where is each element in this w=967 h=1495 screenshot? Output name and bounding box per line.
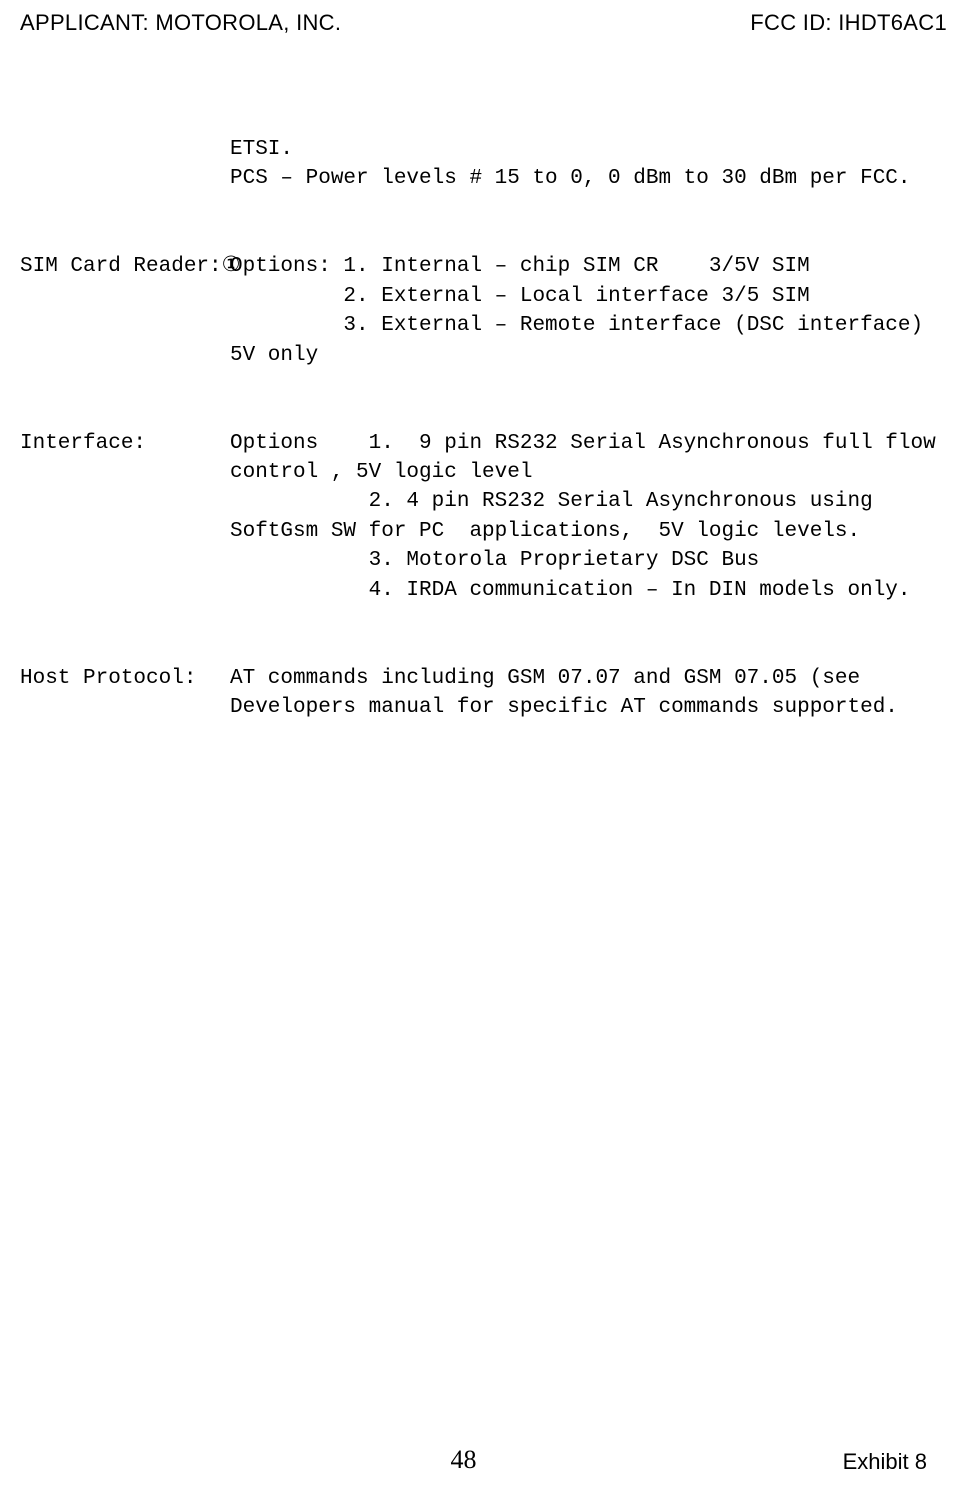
exhibit-label: Exhibit 8 [621, 1449, 927, 1475]
spec-row: ETSI. PCS – Power levels # 15 to 0, 0 dB… [20, 135, 947, 194]
spec-row: SIM Card Reader:① Options: 1. Internal –… [20, 252, 947, 370]
page-footer: 48 Exhibit 8 [0, 1445, 967, 1475]
spec-label: SIM Card Reader:① [20, 252, 230, 370]
page-number: 48 [311, 1445, 617, 1475]
page-header: APPLICANT: MOTOROLA, INC. FCC ID: IHDT6A… [20, 10, 947, 36]
spec-label: Host Protocol: [20, 664, 230, 723]
spec-label [20, 135, 230, 194]
spec-value: Options 1. 9 pin RS232 Serial Asynchrono… [230, 429, 947, 605]
spec-value: Options: 1. Internal – chip SIM CR 3/5V … [230, 252, 947, 370]
spec-label: Interface: [20, 429, 230, 605]
spec-value: ETSI. PCS – Power levels # 15 to 0, 0 dB… [230, 135, 947, 194]
document-body: ETSI. PCS – Power levels # 15 to 0, 0 dB… [20, 76, 947, 752]
spec-row: Host Protocol: AT commands including GSM… [20, 664, 947, 723]
spec-value: AT commands including GSM 07.07 and GSM … [230, 664, 947, 723]
applicant-label: APPLICANT: MOTOROLA, INC. [20, 10, 341, 36]
spec-row: Interface: Options 1. 9 pin RS232 Serial… [20, 429, 947, 605]
fcc-id-label: FCC ID: IHDT6AC1 [750, 10, 947, 36]
